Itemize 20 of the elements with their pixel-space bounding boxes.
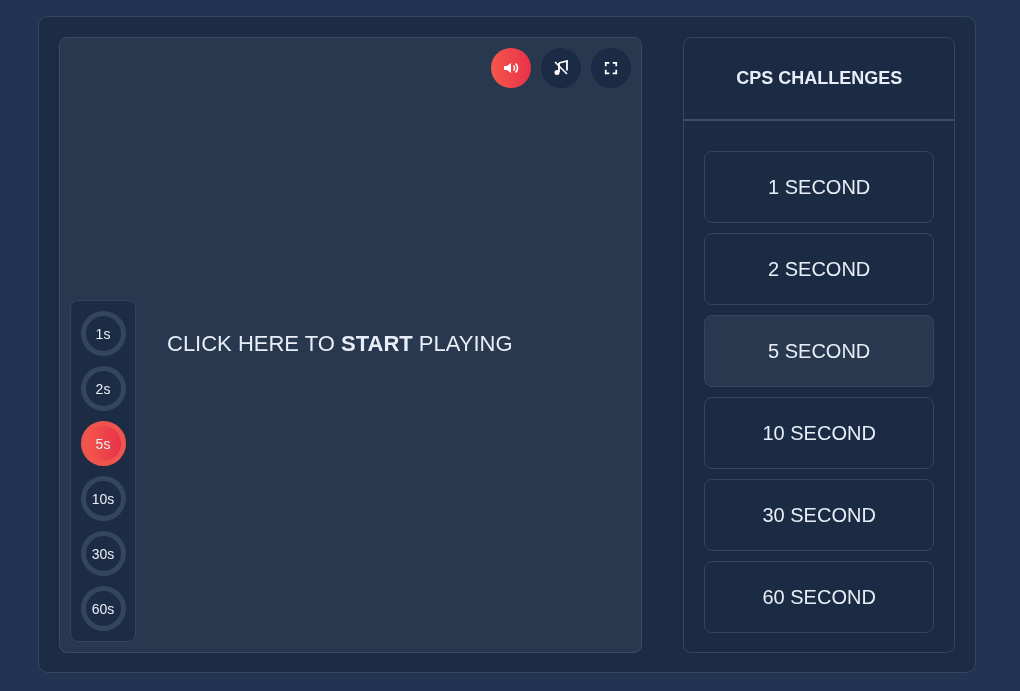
challenge-button[interactable]: 30 SECOND xyxy=(704,479,934,551)
speaker-icon xyxy=(503,60,520,76)
timer-option[interactable]: 60s xyxy=(80,586,126,631)
timer-option[interactable]: 30s xyxy=(80,531,126,576)
music-off-icon xyxy=(553,60,570,76)
challenge-button[interactable]: 10 SECOND xyxy=(704,397,934,469)
game-area[interactable]: 1s 2s 5s 10s 30s 60s CLICK HERE TO START PLAYING xyxy=(59,37,643,653)
fullscreen-button[interactable] xyxy=(591,48,632,88)
challenge-button[interactable]: 5 SECOND xyxy=(704,315,934,387)
panel-title: CPS CHALLENGES xyxy=(736,68,903,89)
sound-button[interactable] xyxy=(491,48,532,88)
timer-option[interactable]: 2s xyxy=(80,366,126,411)
timer-option[interactable]: 1s xyxy=(80,311,126,356)
challenge-button[interactable]: 60 SECOND xyxy=(704,561,934,633)
fullscreen-icon xyxy=(604,61,619,75)
challenge-button[interactable]: 2 SECOND xyxy=(704,233,934,305)
music-button[interactable] xyxy=(541,48,582,88)
start-prompt: CLICK HERE TO START PLAYING xyxy=(167,331,513,357)
challenge-button[interactable]: 1 SECOND xyxy=(704,151,934,223)
timer-option[interactable]: 10s xyxy=(80,476,126,521)
